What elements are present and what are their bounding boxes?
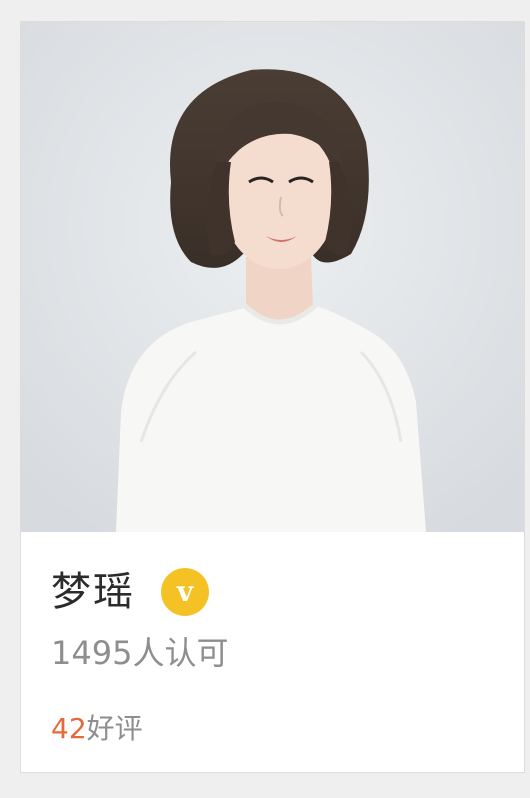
approvals-count: 1495人认可	[51, 634, 229, 672]
teacher-card[interactable]: 梦瑶 v 1495人认可 42好评	[20, 21, 525, 773]
teacher-name: 梦瑶	[51, 569, 135, 615]
teacher-info: 梦瑶 v 1495人认可 42好评	[21, 532, 524, 772]
good-reviews-label: 好评	[86, 712, 143, 745]
good-reviews-count: 42	[51, 712, 87, 745]
name-row: 梦瑶 v	[51, 562, 209, 622]
teacher-photo	[21, 22, 524, 532]
verified-v-icon: v	[161, 568, 209, 616]
verified-badge-letter: v	[176, 575, 194, 608]
good-reviews: 42好评	[51, 710, 143, 748]
